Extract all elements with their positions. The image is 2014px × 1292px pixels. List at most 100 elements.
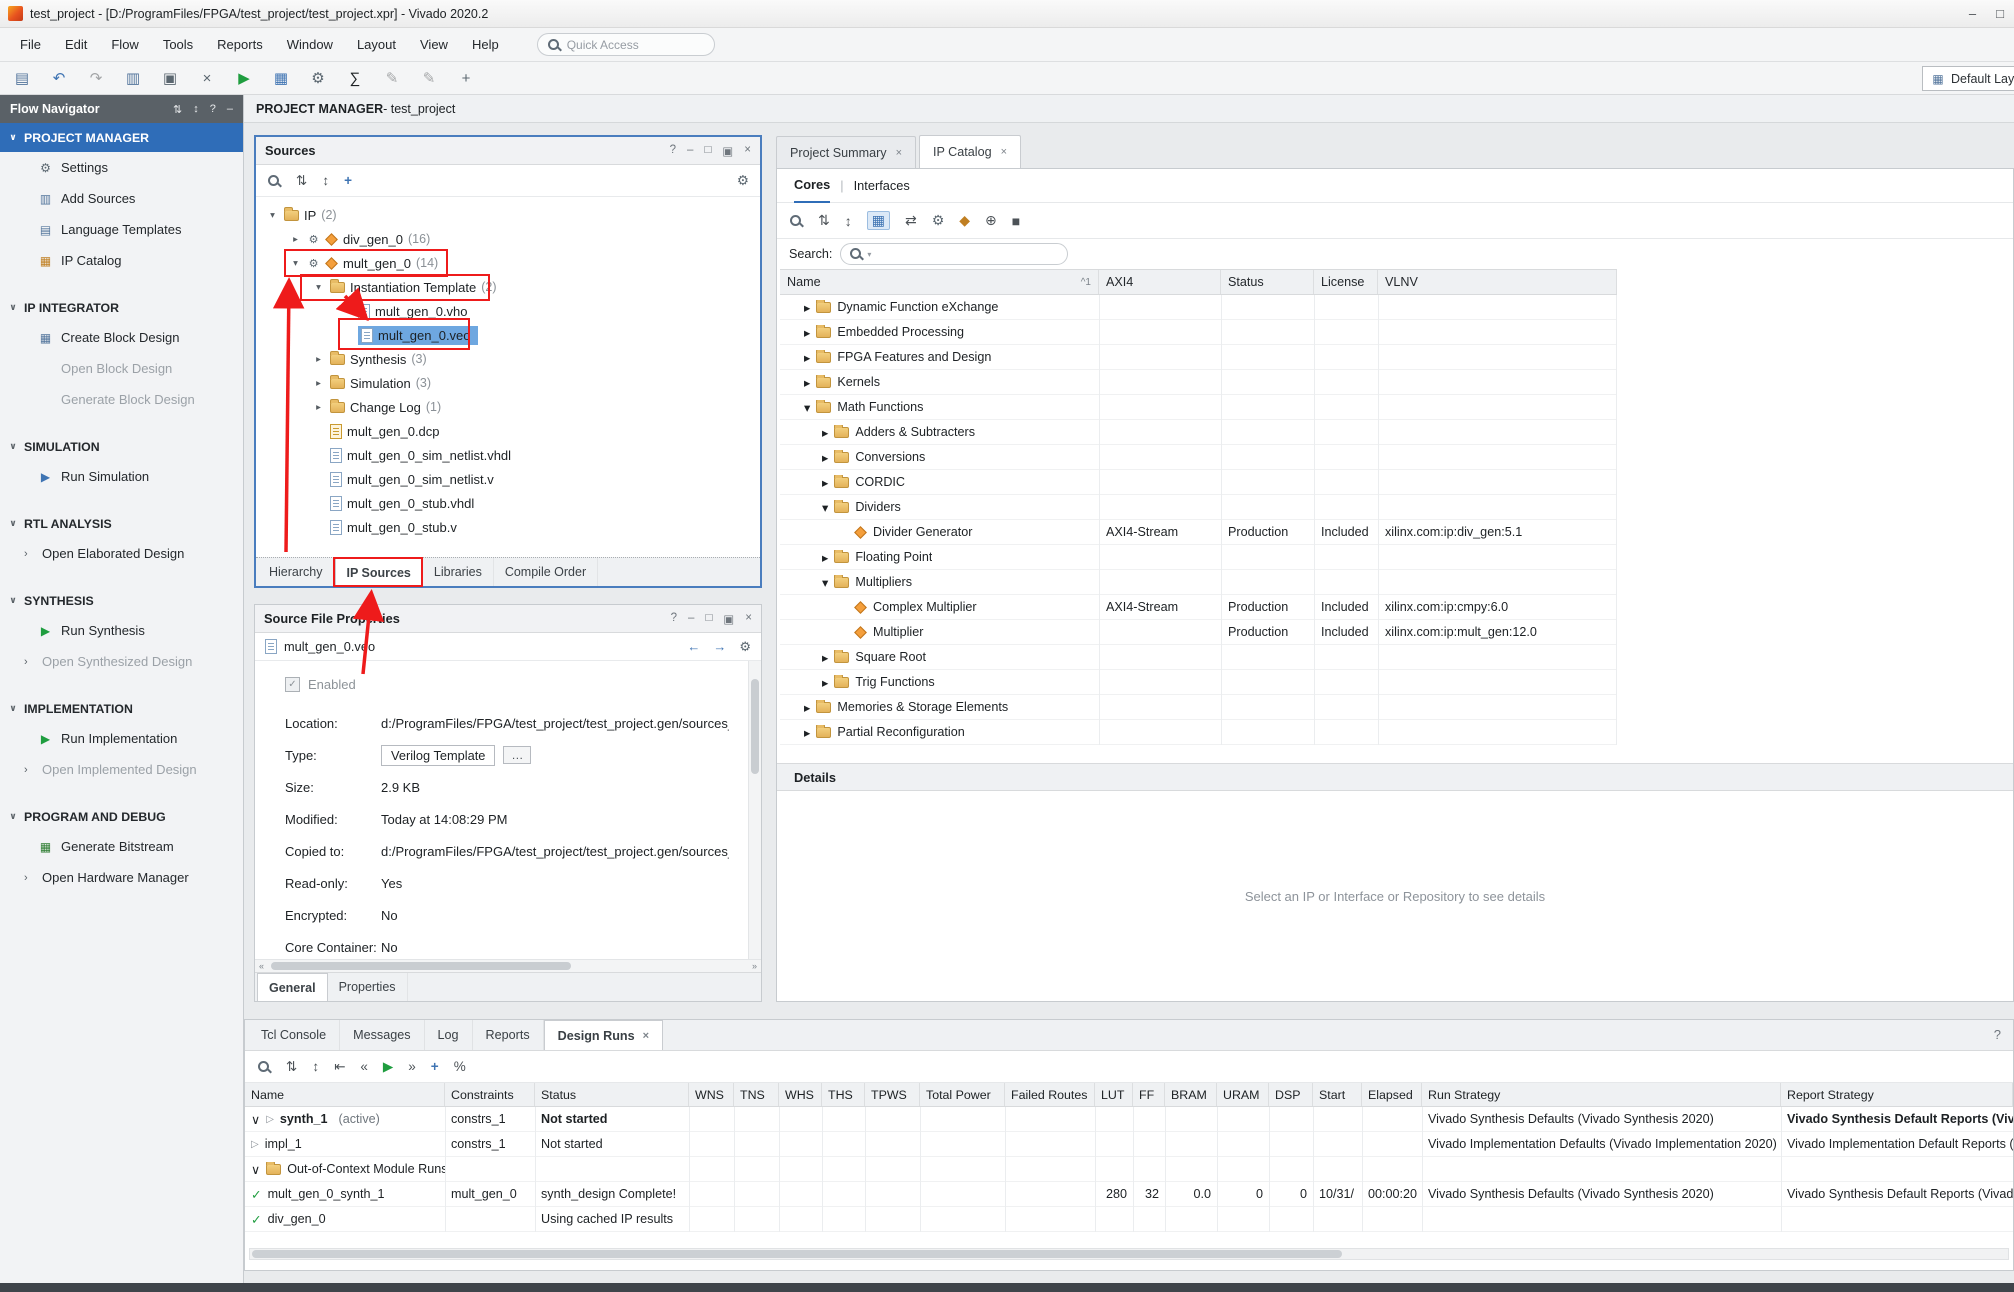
minimize-panel-icon[interactable]: ‒ [227,103,233,116]
chevron-down-icon[interactable]: ∨ [251,1162,260,1177]
column-bram[interactable]: BRAM [1165,1083,1217,1106]
column-tpws[interactable]: TPWS [865,1083,920,1106]
tree-item-stub-v[interactable]: mult_gen_0_stub.v [256,515,760,539]
search-icon[interactable] [257,1060,271,1074]
catalog-row-adders-subtracters[interactable]: ▸Adders & Subtracters [780,420,1616,445]
flow-item-run-simulation[interactable]: ▶Run Simulation [0,461,243,492]
column-lut[interactable]: LUT [1095,1083,1133,1106]
catalog-row-divider-generator[interactable]: Divider GeneratorAXI4-StreamProductionIn… [780,520,1616,545]
column-license[interactable]: License [1314,270,1378,294]
tree-item-mult_gen_0-vho[interactable]: mult_gen_0.vho [256,299,760,323]
catalog-row-dividers[interactable]: ▾Dividers [780,495,1616,520]
minimize-panel-icon[interactable]: ‒ [688,612,694,626]
type-combobox[interactable]: Verilog Template [381,745,495,766]
column-elapsed[interactable]: Elapsed [1362,1083,1422,1106]
search-icon[interactable] [267,174,281,188]
column-status[interactable]: Status [1221,270,1314,294]
catalog-row-dynamic-function-exchange[interactable]: ▸Dynamic Function eXchange [780,295,1616,320]
scroll-left-icon[interactable]: « [259,960,264,972]
flow-section-project-manager[interactable]: ∨PROJECT MANAGER [0,123,243,152]
subtab-cores[interactable]: Cores [794,169,830,203]
scrollbar-thumb[interactable] [252,1250,1342,1258]
column-failed-routes[interactable]: Failed Routes [1005,1083,1095,1106]
copy-button[interactable]: ▣ [160,69,180,87]
undo-button[interactable]: ↶ [49,69,69,87]
expand-all-icon[interactable]: ↕ [312,1059,319,1074]
enabled-checkbox[interactable]: ✓ [285,677,300,692]
tab-reports[interactable]: Reports [473,1020,544,1050]
catalog-search-input[interactable]: ▾ [840,243,1068,265]
license-icon[interactable]: ◆ [959,212,970,229]
flow-item-ip-catalog[interactable]: ▦IP Catalog [0,245,243,276]
tab-ip-catalog[interactable]: IP Catalog× [919,135,1021,168]
tab-libraries[interactable]: Libraries [423,558,494,586]
tab-properties[interactable]: Properties [328,973,408,1001]
tab-project-summary[interactable]: Project Summary× [776,136,916,168]
menu-window[interactable]: Window [275,28,345,61]
catalog-row-embedded-processing[interactable]: ▸Embedded Processing [780,320,1616,345]
tree-item-mult_gen_0[interactable]: ▾⚙mult_gen_0(14) [256,251,760,275]
tab-messages[interactable]: Messages [340,1020,424,1050]
tree-item-instantiation-template[interactable]: ▾Instantiation Template(2) [256,275,760,299]
menu-layout[interactable]: Layout [345,28,408,61]
float-panel-icon[interactable]: □ [704,144,711,158]
column-ff[interactable]: FF [1133,1083,1165,1106]
flow-section-ip-integrator[interactable]: ∨IP INTEGRATOR [0,293,243,322]
tree-item-synthesis[interactable]: ▸Synthesis(3) [256,347,760,371]
chevron-down-icon[interactable]: ▾ [266,210,279,221]
tab-tcl-console[interactable]: Tcl Console [248,1020,340,1050]
first-run-icon[interactable]: ⇤ [334,1059,345,1075]
tab-compile-order[interactable]: Compile Order [494,558,598,586]
tree-item-sim-netlist-vhdl[interactable]: mult_gen_0_sim_netlist.vhdl [256,443,760,467]
run-button[interactable]: ▶ [234,69,254,87]
flow-item-run-implementation[interactable]: ▶Run Implementation [0,723,243,754]
flow-item-add-sources[interactable]: ▥Add Sources [0,183,243,214]
probe-button[interactable]: + [456,70,476,87]
expand-all-icon[interactable]: ↕ [845,213,852,229]
flow-section-rtl-analysis[interactable]: ∨RTL ANALYSIS [0,509,243,538]
chevron-down-icon[interactable]: ▾ [822,500,828,515]
flow-item-open-block-design[interactable]: Open Block Design [0,353,243,384]
close-icon[interactable]: × [1001,146,1007,158]
chevron-right-icon[interactable]: › [24,548,34,560]
flow-section-program-and-debug[interactable]: ∨PROGRAM AND DEBUG [0,802,243,831]
help-icon[interactable]: ? [210,103,216,116]
maximize-button[interactable]: □ [1996,6,2004,21]
chevron-right-icon[interactable]: ▸ [312,402,325,413]
tree-item-mult_gen_0-dcp[interactable]: mult_gen_0.dcp [256,419,760,443]
chevron-right-icon[interactable]: ▸ [822,475,828,490]
collapse-all-icon[interactable]: ⇅ [818,212,830,229]
scroll-right-icon[interactable]: » [752,960,757,972]
menu-reports[interactable]: Reports [205,28,275,61]
chevron-right-icon[interactable]: ▸ [804,325,810,340]
catalog-row-memories[interactable]: ▸Memories & Storage Elements [780,695,1616,720]
chevron-right-icon[interactable]: ▸ [822,450,828,465]
search-icon[interactable] [789,214,803,228]
column-name[interactable]: Name [245,1083,445,1106]
menu-edit[interactable]: Edit [53,28,99,61]
tab-ip-sources[interactable]: IP Sources [335,558,423,586]
chevron-right-icon[interactable]: ▸ [822,550,828,565]
horizontal-scrollbar[interactable] [249,1248,2009,1260]
flow-item-settings[interactable]: ⚙Settings [0,152,243,183]
collapse-all-icon[interactable]: ⇅ [296,173,307,189]
run-row-mult_gen_0_synth_1[interactable]: ✓mult_gen_0_synth_1 mult_gen_0 synth_des… [245,1182,2013,1207]
step-back-icon[interactable]: « [360,1059,368,1074]
catalog-row-kernels[interactable]: ▸Kernels [780,370,1616,395]
column-uram[interactable]: URAM [1217,1083,1269,1106]
column-tns[interactable]: TNS [734,1083,779,1106]
browse-button[interactable]: … [503,746,531,764]
help-icon[interactable]: ? [671,612,677,626]
menu-flow[interactable]: Flow [99,28,150,61]
chevron-right-icon[interactable]: ▸ [804,700,810,715]
expand-all-icon[interactable]: ↕ [322,173,329,188]
report-button[interactable]: ▥ [123,69,143,87]
forward-icon[interactable]: → [713,639,726,655]
close-icon[interactable]: × [896,147,902,159]
selected-tree-item[interactable]: mult_gen_0.veo [358,326,478,345]
column-total-power[interactable]: Total Power [920,1083,1005,1106]
close-icon[interactable]: × [643,1030,649,1042]
flow-item-generate-bitstream[interactable]: ▦Generate Bitstream [0,831,243,862]
menu-file[interactable]: File [8,28,53,61]
sum-reports-button[interactable]: ∑ [345,70,365,87]
